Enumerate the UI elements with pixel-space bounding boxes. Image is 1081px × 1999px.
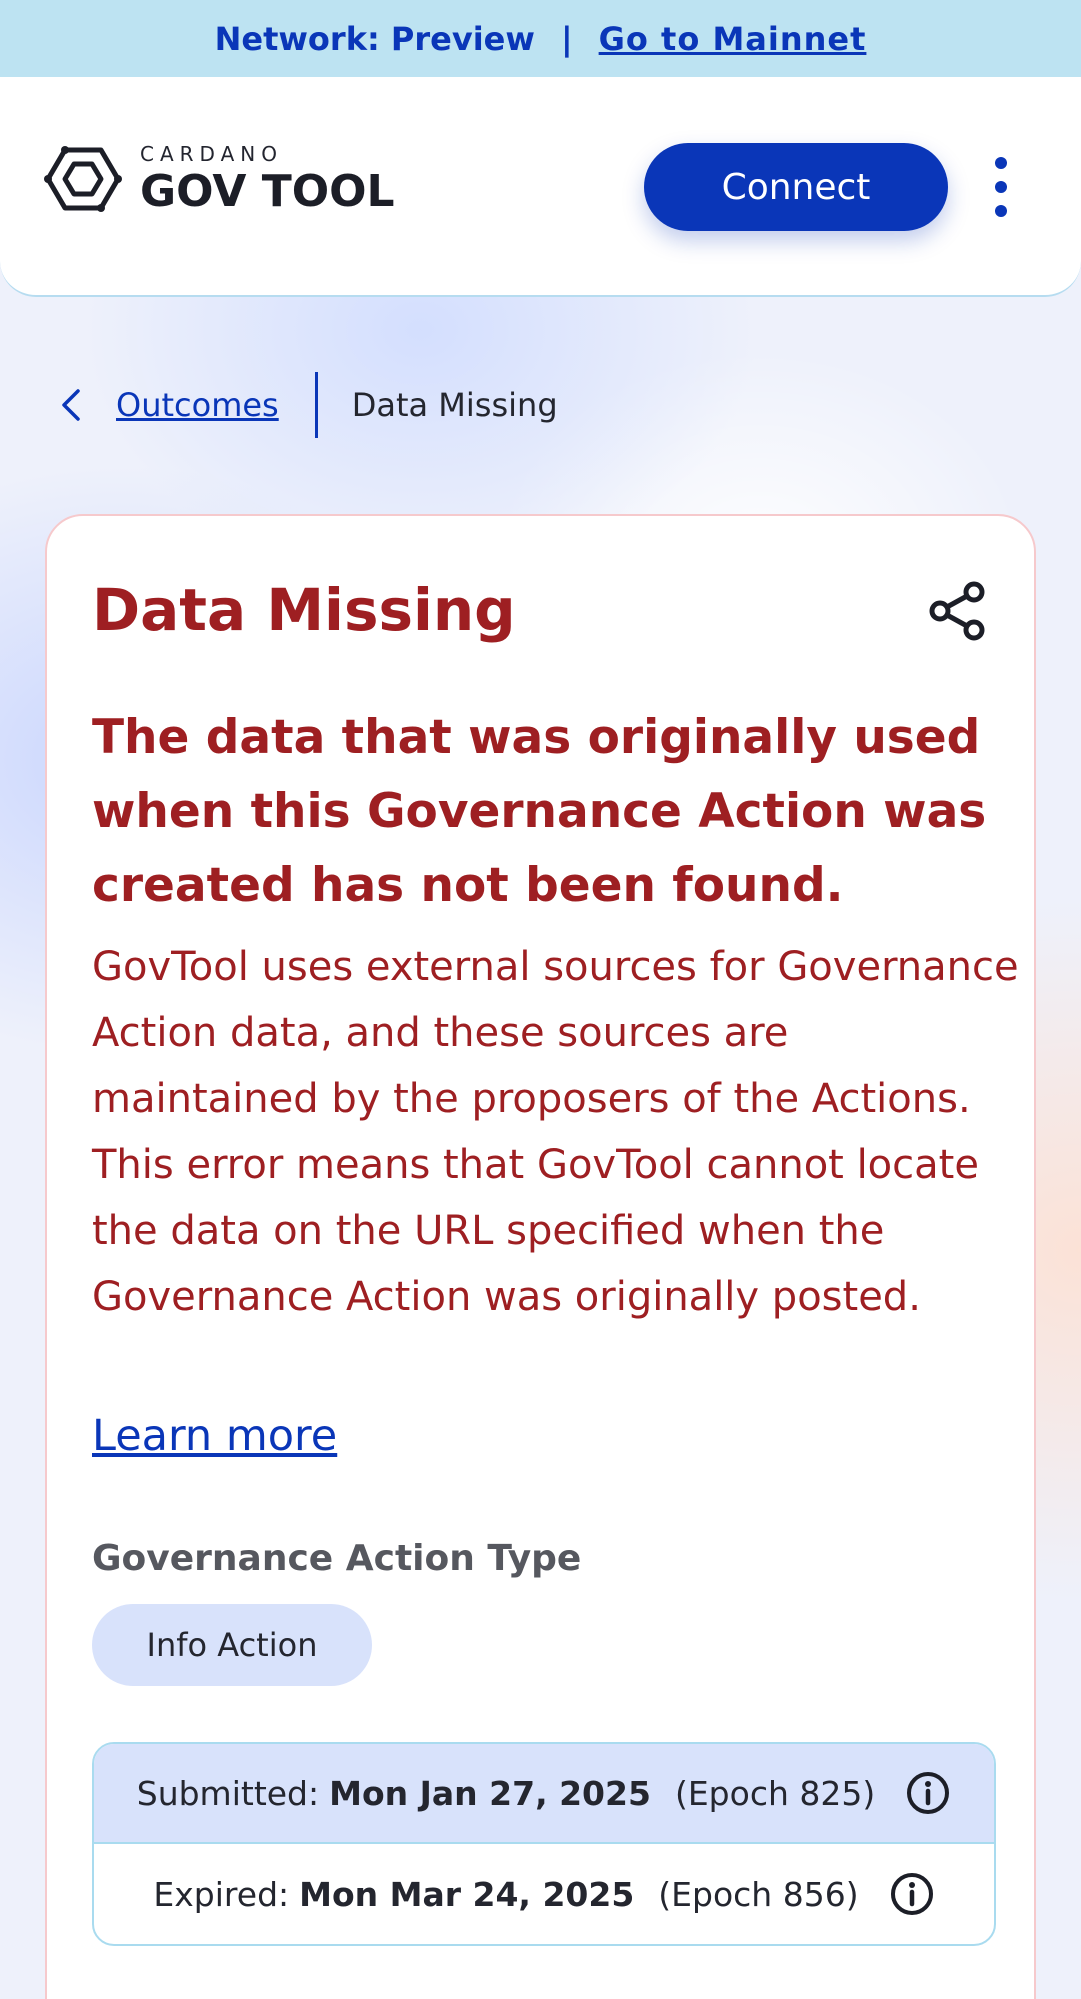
logo-big-text: GOV TOOL — [140, 166, 395, 217]
logo-small-text: CARDANO — [140, 142, 283, 166]
breadcrumb-outcomes-link[interactable]: Outcomes — [116, 386, 279, 424]
connect-button[interactable]: Connect — [644, 143, 948, 231]
governance-action-type-label: Governance Action Type — [92, 1538, 582, 1579]
breadcrumb: Outcomes Data Missing — [58, 370, 558, 440]
govtool-hexagon-icon — [44, 146, 122, 212]
dates-box: Submitted: Mon Jan 27, 2025 (Epoch 825) … — [92, 1742, 996, 1946]
expired-label: Expired: — [153, 1874, 290, 1914]
info-icon[interactable] — [889, 1871, 935, 1917]
expired-row: Expired: Mon Mar 24, 2025 (Epoch 856) — [94, 1844, 994, 1944]
governance-action-card: Data Missing The data that was originall… — [45, 514, 1036, 1999]
info-icon[interactable] — [905, 1770, 951, 1816]
app-header: CARDANO GOV TOOL Connect — [0, 77, 1081, 297]
cardano-govtool-logo[interactable]: CARDANO GOV TOOL — [44, 144, 395, 214]
submitted-row: Submitted: Mon Jan 27, 2025 (Epoch 825) — [94, 1744, 994, 1844]
submitted-date: Mon Jan 27, 2025 — [329, 1773, 651, 1813]
learn-more-link[interactable]: Learn more — [92, 1411, 337, 1461]
expired-date: Mon Mar 24, 2025 — [299, 1874, 635, 1914]
data-missing-heading: The data that was originally used when t… — [92, 710, 987, 913]
breadcrumb-current: Data Missing — [351, 386, 558, 424]
go-to-mainnet-link[interactable]: Go to Mainnet — [599, 20, 867, 58]
network-label: Network: Preview — [214, 19, 535, 58]
submitted-label: Submitted: — [136, 1773, 320, 1813]
governance-action-type-chip: Info Action — [92, 1604, 372, 1686]
expired-epoch: (Epoch 856) — [658, 1874, 859, 1914]
share-icon[interactable] — [927, 580, 989, 642]
network-bar: Network: Preview | Go to Mainnet — [0, 0, 1081, 77]
chevron-left-icon[interactable] — [58, 385, 84, 425]
kebab-menu-icon[interactable] — [986, 157, 1016, 217]
network-separator: | — [560, 19, 573, 58]
data-missing-description: GovTool uses external sources for Govern… — [92, 944, 1019, 1320]
submitted-epoch: (Epoch 825) — [674, 1773, 876, 1813]
card-title: Data Missing — [92, 576, 516, 644]
breadcrumb-divider — [314, 372, 318, 438]
